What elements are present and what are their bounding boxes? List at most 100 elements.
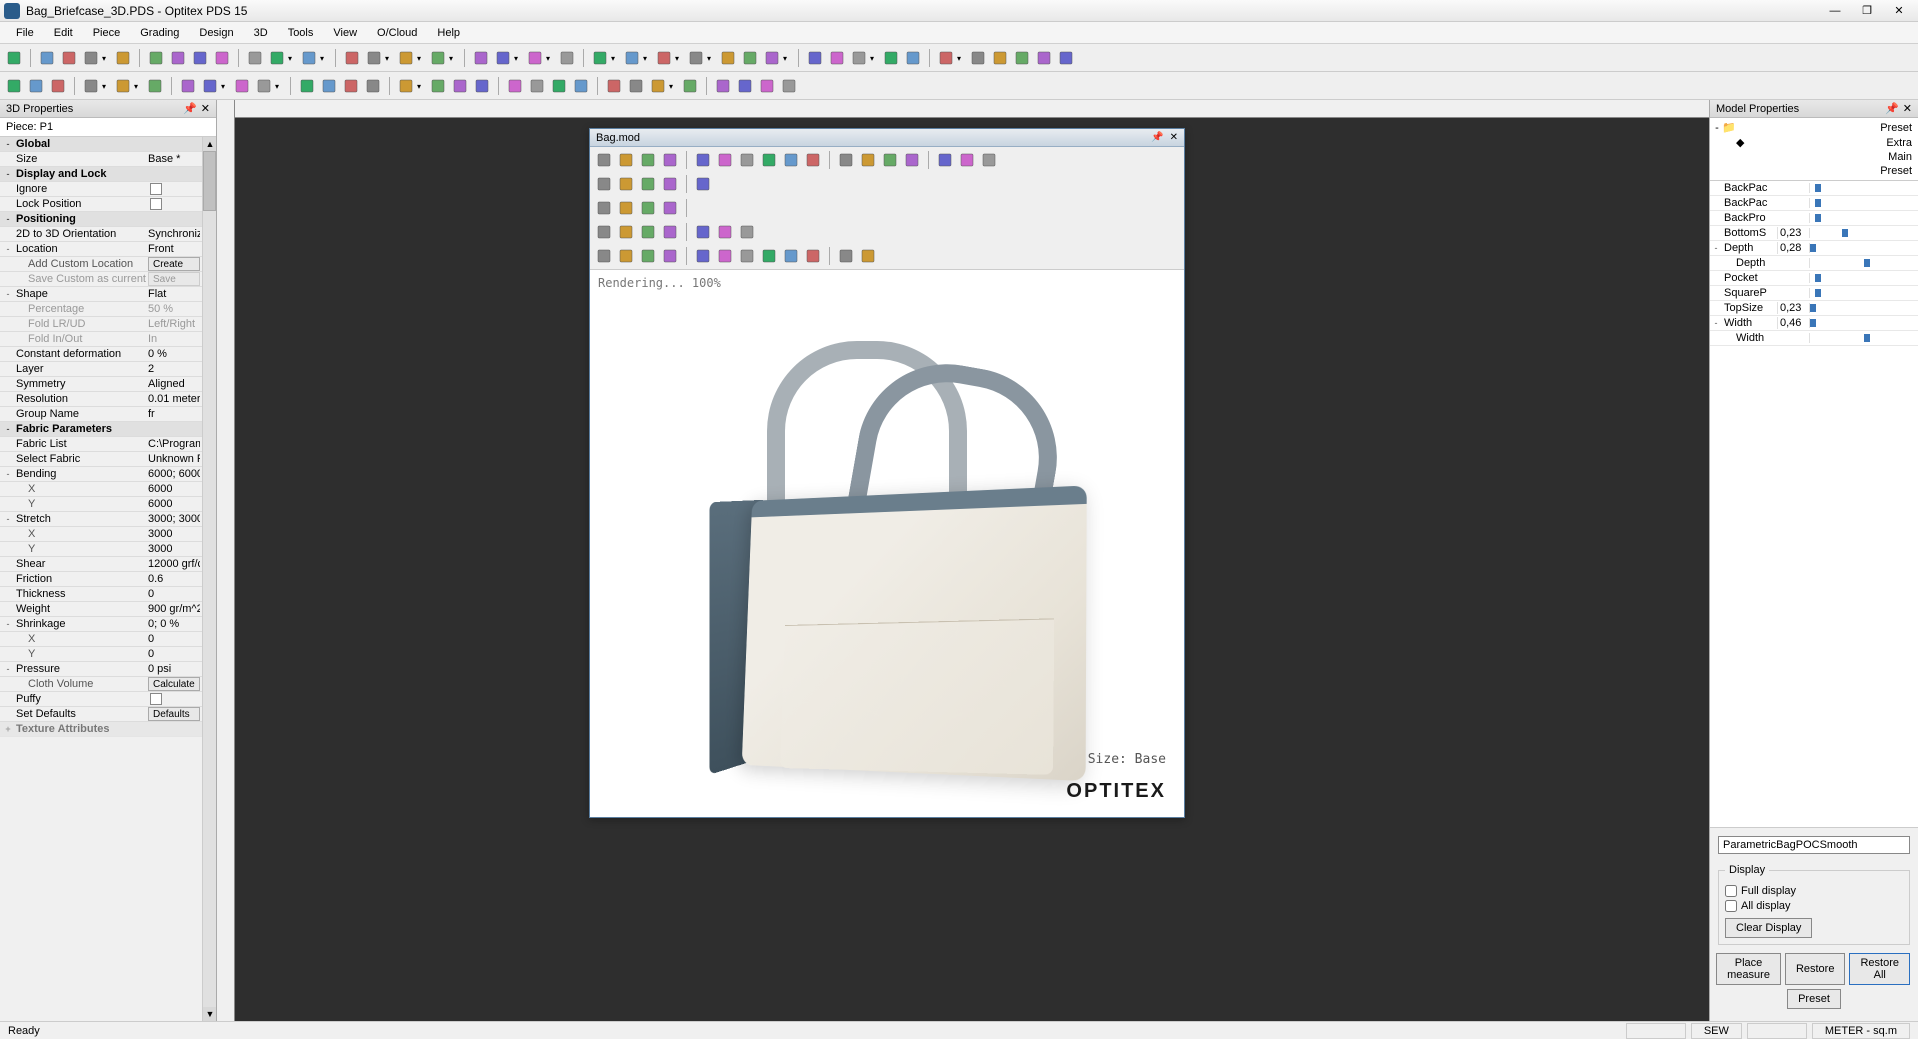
model-toolbar-button[interactable]	[594, 150, 614, 170]
property-value[interactable]: 6000	[146, 498, 200, 510]
model-toolbar-button[interactable]	[594, 174, 614, 194]
model-toolbar-button[interactable]	[781, 246, 801, 266]
toolbar-button[interactable]	[178, 76, 198, 96]
model-toolbar-button[interactable]	[638, 150, 658, 170]
property-checkbox[interactable]	[150, 183, 162, 195]
toolbar-button[interactable]	[267, 48, 287, 68]
toolbar-button[interactable]	[713, 76, 733, 96]
property-row[interactable]: Constant deformation0 %	[0, 347, 216, 362]
model-name-input[interactable]	[1718, 836, 1910, 854]
property-row[interactable]: -Pressure0 psi	[0, 662, 216, 677]
property-checkbox[interactable]	[150, 198, 162, 210]
model-toolbar-button[interactable]	[594, 246, 614, 266]
property-row[interactable]: X3000	[0, 527, 216, 542]
toolbar-button[interactable]	[936, 48, 956, 68]
toolbar-button[interactable]	[968, 48, 988, 68]
model-toolbar-button[interactable]	[594, 198, 614, 218]
toolbar-button[interactable]	[26, 76, 46, 96]
toolbar-button[interactable]	[604, 76, 624, 96]
toolbar-button[interactable]	[113, 48, 133, 68]
toolbar-button[interactable]	[622, 48, 642, 68]
toolbar-button[interactable]	[680, 76, 700, 96]
property-row[interactable]: Puffy	[0, 692, 216, 707]
property-value[interactable]: 0	[146, 633, 200, 645]
toolbar-button[interactable]	[81, 48, 101, 68]
model-toolbar-button[interactable]	[715, 246, 735, 266]
toolbar-button[interactable]	[903, 48, 923, 68]
toolbar-button[interactable]	[493, 48, 513, 68]
model-toolbar-button[interactable]	[979, 150, 999, 170]
property-value[interactable]: 3000; 3000	[146, 513, 200, 525]
toolbar-button[interactable]	[450, 76, 470, 96]
property-row[interactable]: Y3000	[0, 542, 216, 557]
property-row[interactable]: Group Namefr	[0, 407, 216, 422]
model-toolbar-button[interactable]	[616, 246, 636, 266]
property-row[interactable]: Thickness0	[0, 587, 216, 602]
model-toolbar-button[interactable]	[836, 150, 856, 170]
toolbar-button[interactable]	[740, 48, 760, 68]
model-toolbar-button[interactable]	[803, 150, 823, 170]
property-row[interactable]: Lock Position	[0, 197, 216, 212]
scrollbar[interactable]: ▲ ▼	[202, 137, 216, 1021]
expand-icon[interactable]: -	[2, 244, 14, 254]
menu-d[interactable]: 3D	[246, 25, 276, 41]
property-row[interactable]: Y0	[0, 647, 216, 662]
property-row[interactable]: Weight900 gr/m^2	[0, 602, 216, 617]
property-button[interactable]: Defaults	[148, 707, 200, 721]
toolbar-button[interactable]	[396, 48, 416, 68]
menu-edit[interactable]: Edit	[46, 25, 81, 41]
restore-button[interactable]: Restore	[1785, 953, 1846, 985]
model-toolbar-button[interactable]	[715, 222, 735, 242]
menu-design[interactable]: Design	[191, 25, 241, 41]
toolbar-button[interactable]	[113, 76, 133, 96]
toolbar-button[interactable]	[190, 48, 210, 68]
model-toolbar-button[interactable]	[616, 222, 636, 242]
toolbar-button[interactable]	[212, 48, 232, 68]
menu-view[interactable]: View	[325, 25, 365, 41]
toolbar-button[interactable]	[297, 76, 317, 96]
property-value[interactable]: 12000 grf/c	[146, 558, 200, 570]
property-value[interactable]: 6000	[146, 483, 200, 495]
model-toolbar-button[interactable]	[693, 174, 713, 194]
property-slider[interactable]	[1809, 258, 1918, 268]
model-property-row[interactable]: BottomS0,23	[1710, 226, 1918, 241]
toolbar-button[interactable]	[200, 76, 220, 96]
property-slider[interactable]	[1809, 213, 1918, 223]
property-button[interactable]: Calculate	[148, 677, 200, 691]
expand-icon[interactable]: -	[2, 514, 14, 524]
property-row[interactable]: Select FabricUnknown F	[0, 452, 216, 467]
property-slider[interactable]	[1809, 228, 1918, 238]
model-toolbar-button[interactable]	[638, 246, 658, 266]
model-property-row[interactable]: Width	[1710, 331, 1918, 346]
menu-ocloud[interactable]: O/Cloud	[369, 25, 425, 41]
model-property-row[interactable]: BackPac	[1710, 196, 1918, 211]
workspace[interactable]: Bag.mod 📌 ✕ Rendering... 100% Size: Base…	[217, 100, 1709, 1021]
property-value[interactable]: Aligned	[146, 378, 200, 390]
property-row[interactable]: SymmetryAligned	[0, 377, 216, 392]
close-button[interactable]: ✕	[1884, 2, 1914, 20]
property-row[interactable]: Fabric ListC:\Program	[0, 437, 216, 452]
toolbar-button[interactable]	[146, 48, 166, 68]
model-property-row[interactable]: BackPro	[1710, 211, 1918, 226]
property-slider[interactable]	[1809, 288, 1918, 298]
toolbar-button[interactable]	[557, 48, 577, 68]
toolbar-button[interactable]	[881, 48, 901, 68]
property-value[interactable]: Left/Right	[146, 318, 200, 330]
model-toolbar-button[interactable]	[693, 246, 713, 266]
property-row[interactable]: +Texture Attributes	[0, 722, 216, 737]
model-property-row[interactable]: Pocket	[1710, 271, 1918, 286]
property-row[interactable]: -Fabric Parameters	[0, 422, 216, 437]
toolbar-button[interactable]	[648, 76, 668, 96]
property-slider[interactable]	[1809, 273, 1918, 283]
menu-piece[interactable]: Piece	[85, 25, 129, 41]
model-toolbar-button[interactable]	[781, 150, 801, 170]
toolbar-button[interactable]	[232, 76, 252, 96]
property-row[interactable]: Y6000	[0, 497, 216, 512]
property-row[interactable]: -Shrinkage0; 0 %	[0, 617, 216, 632]
property-value[interactable]: 3000	[146, 543, 200, 555]
property-row[interactable]: -LocationFront	[0, 242, 216, 257]
model-window-titlebar[interactable]: Bag.mod 📌 ✕	[590, 129, 1184, 147]
property-value[interactable]: 2	[146, 363, 200, 375]
place-measure-button[interactable]: Place measure	[1716, 953, 1781, 985]
property-value[interactable]: 0	[146, 588, 200, 600]
